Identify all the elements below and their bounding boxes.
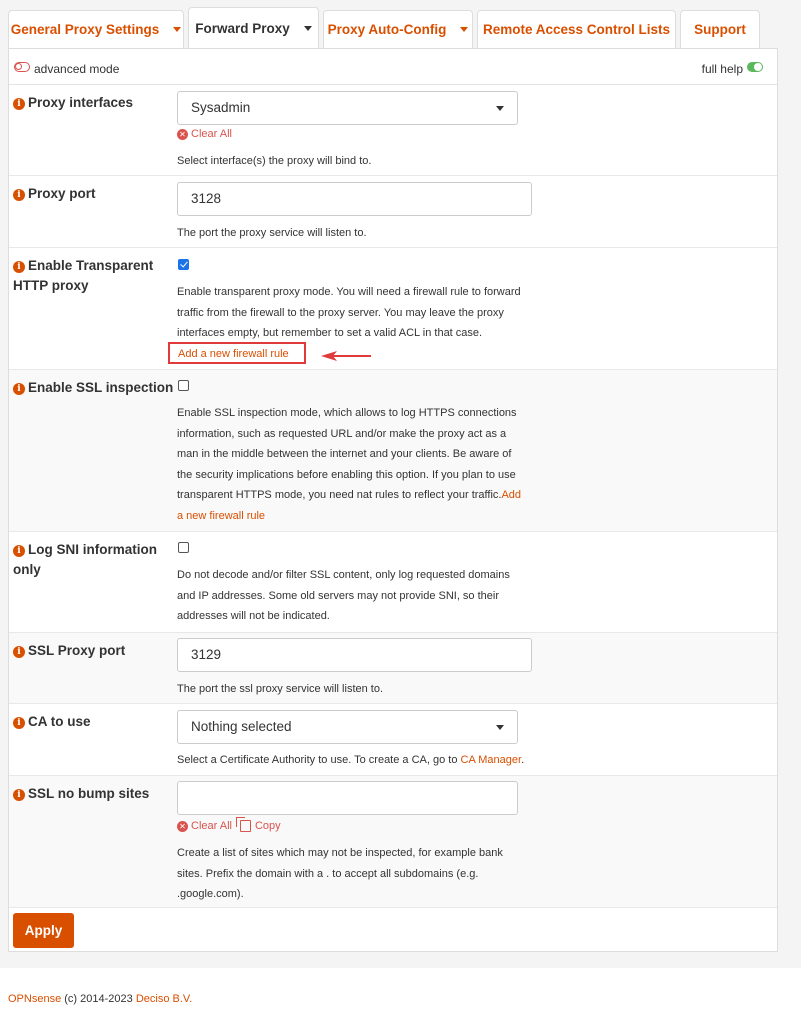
row-ssl-inspection: i Enable SSL inspection Enable SSL inspec… — [9, 370, 777, 532]
advanced-mode-label: advanced mode — [34, 62, 120, 76]
annotation-arrow-icon — [321, 351, 371, 361]
chevron-down-icon — [496, 725, 504, 730]
deciso-link[interactable]: Deciso B.V. — [136, 993, 192, 1005]
field-label: i Proxy port — [13, 184, 173, 204]
info-icon[interactable]: i — [13, 717, 25, 729]
row-ca-to-use: i CA to use Nothing selected Select a Cer… — [9, 704, 777, 776]
tab-label: Proxy Auto-Config — [327, 22, 447, 37]
tab-remote-access-control-lists[interactable]: Remote Access Control Lists — [477, 10, 676, 48]
transparent-proxy-checkbox[interactable] — [178, 259, 189, 270]
help-text: Enable SSL inspection mode, which allows… — [177, 407, 522, 522]
info-icon[interactable]: i — [13, 98, 25, 110]
field-label: i Proxy interfaces — [13, 93, 173, 113]
ssl-inspection-checkbox[interactable] — [178, 380, 189, 391]
tab-label: Support — [694, 22, 746, 37]
ca-manager-link[interactable]: CA Manager — [461, 754, 522, 766]
field-label: i SSL Proxy port — [13, 641, 173, 661]
select-value: Nothing selected — [191, 719, 292, 734]
info-icon[interactable]: i — [13, 261, 25, 273]
tab-forward-proxy[interactable]: Forward Proxy — [188, 7, 319, 48]
opnsense-link[interactable]: OPNsense — [8, 993, 61, 1005]
row-proxy-port: i Proxy port 3128 The port the proxy serv… — [9, 176, 777, 248]
full-help-label: full help — [701, 62, 743, 76]
info-icon[interactable]: i — [13, 189, 25, 201]
field-label: i Enable Transparent HTTP proxy — [13, 258, 154, 293]
add-firewall-rule-link[interactable]: Add a new firewall rule — [178, 344, 289, 365]
help-text: The port the proxy service will listen t… — [177, 227, 367, 239]
mode-bar: advanced mode full help — [9, 49, 777, 85]
help-text: Enable transparent proxy mode. You will … — [177, 286, 521, 339]
help-text: Do not decode and/or filter SSL content,… — [177, 569, 510, 622]
tab-label: General Proxy Settings — [10, 22, 160, 37]
info-icon[interactable]: i — [13, 789, 25, 801]
tab-label: Remote Access Control Lists — [482, 22, 671, 37]
tab-label: Forward Proxy — [195, 20, 290, 36]
tab-bar: General Proxy Settings Forward Proxy Pro… — [8, 7, 778, 48]
ssl-no-bump-input[interactable] — [177, 781, 518, 815]
field-label: i CA to use — [13, 712, 173, 732]
row-proxy-interfaces: i Proxy interfaces Sysadmin ✕ Clear All Se… — [9, 85, 777, 176]
full-help-toggle[interactable] — [747, 62, 763, 72]
ca-select[interactable]: Nothing selected — [177, 710, 518, 744]
footer: OPNsense (c) 2014-2023 Deciso B.V. — [8, 993, 192, 1005]
settings-panel: advanced mode full help i Proxy interface… — [8, 48, 778, 952]
help-text: Select interface(s) the proxy will bind … — [177, 155, 372, 167]
apply-button[interactable]: Apply — [13, 913, 74, 948]
info-icon[interactable]: i — [13, 545, 25, 557]
chevron-down-icon — [496, 106, 504, 111]
row-ssl-no-bump: i SSL no bump sites ✕ Clear All Copy Creat… — [9, 776, 777, 908]
copy-icon — [235, 817, 251, 832]
help-text: Select a Certificate Authority to use. T… — [177, 754, 525, 766]
close-icon: ✕ — [177, 820, 188, 832]
help-text: Create a list of sites which may not be … — [177, 847, 503, 900]
info-icon[interactable]: i — [13, 383, 25, 395]
proxy-interfaces-select[interactable]: Sysadmin — [177, 91, 518, 125]
row-ssl-proxy-port: i SSL Proxy port 3129 The port the ssl pr… — [9, 633, 777, 704]
tab-general-proxy-settings[interactable]: General Proxy Settings — [8, 10, 184, 48]
field-label: i Enable SSL inspection — [13, 378, 178, 398]
proxy-port-input[interactable]: 3128 — [177, 182, 532, 216]
select-value: Sysadmin — [191, 100, 251, 115]
advanced-mode-toggle[interactable] — [14, 62, 30, 72]
chevron-down-icon — [173, 27, 182, 32]
field-label: i SSL no bump sites — [13, 784, 173, 804]
log-sni-checkbox[interactable] — [178, 542, 189, 553]
clear-copy-links: ✕ Clear All Copy — [177, 817, 281, 832]
tab-support[interactable]: Support — [680, 10, 760, 48]
chevron-down-icon — [460, 27, 469, 32]
help-text: The port the ssl proxy service will list… — [177, 683, 384, 695]
clear-all-link[interactable]: ✕ Clear All — [177, 128, 232, 140]
row-transparent-proxy: i Enable Transparent HTTP proxy Enable tr… — [9, 248, 777, 370]
info-icon[interactable]: i — [13, 646, 25, 658]
ssl-proxy-port-input[interactable]: 3129 — [177, 638, 532, 672]
row-log-sni: i Log SNI information only Do not decode … — [9, 532, 777, 633]
field-label: i Log SNI information only — [13, 542, 157, 577]
close-icon: ✕ — [177, 128, 188, 140]
tab-proxy-auto-config[interactable]: Proxy Auto-Config — [323, 10, 473, 48]
chevron-down-icon — [303, 25, 312, 31]
copy-link[interactable]: Copy — [235, 817, 281, 832]
copyright-text: (c) 2014-2023 — [61, 993, 136, 1005]
clear-all-link[interactable]: Clear All — [191, 820, 232, 832]
